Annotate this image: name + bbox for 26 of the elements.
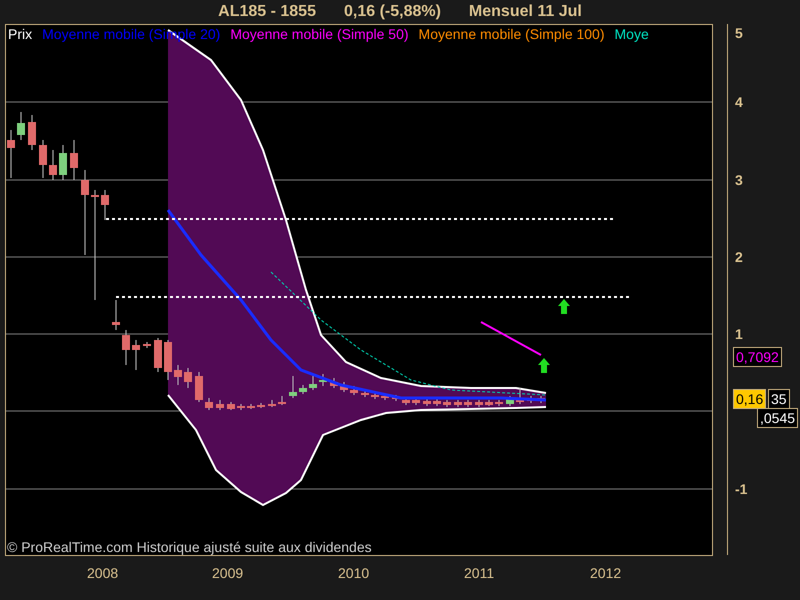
price-label: ,0545 [757, 408, 798, 428]
price-label: 0,16 [733, 389, 766, 409]
axis-tick-label: 2 [735, 249, 743, 265]
price-label: 35 [768, 389, 790, 409]
legend-item: Moyenne mobile (Simple 50) [230, 26, 409, 42]
chart-symbol: AL185 - 1855 [218, 3, 316, 22]
axis-tick-label: 2009 [212, 565, 244, 581]
up-arrow-icon [558, 299, 570, 314]
copyright-note: © ProRealTime.com Historique ajusté suite aux dividendes [7, 539, 372, 555]
trend-line [480, 321, 542, 356]
up-arrow-icon [538, 358, 550, 373]
axis-tick-label: 4 [735, 94, 743, 110]
chart-period: Mensuel 11 Jul [468, 3, 582, 22]
legend-item: Prix [8, 26, 32, 42]
price-change: 0,16 (-5,88%) [344, 3, 441, 22]
axis-tick-label: 2012 [590, 565, 622, 581]
legend-item: Moye [614, 26, 649, 42]
axis-tick-label: 1 [735, 326, 743, 342]
legend-item: Moyenne mobile (Simple 100) [418, 26, 605, 42]
axis-tick-label: 2008 [87, 565, 118, 581]
axis-tick-label: 3 [735, 172, 743, 188]
axis-tick-label: 2010 [338, 565, 370, 581]
axis-tick-label: 2011 [464, 565, 494, 581]
axis-tick-label: -1 [735, 481, 748, 497]
axis-tick-label: 5 [735, 25, 743, 41]
price-label: 0,7092 [733, 347, 782, 367]
